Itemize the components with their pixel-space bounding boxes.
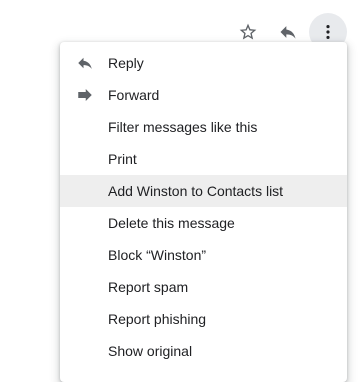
more-options-menu: Reply Forward Filter messages like this … [60, 42, 347, 382]
menu-item-show-original[interactable]: Show original [60, 335, 347, 367]
menu-item-label: Delete this message [108, 215, 235, 231]
more-vert-icon [326, 25, 330, 39]
star-icon [239, 23, 257, 40]
menu-item-report-spam[interactable]: Report spam [60, 271, 347, 303]
menu-item-add-to-contacts[interactable]: Add Winston to Contacts list [60, 175, 347, 207]
menu-item-report-phishing[interactable]: Report phishing [60, 303, 347, 335]
menu-item-label: Forward [108, 87, 160, 103]
menu-item-filter-messages[interactable]: Filter messages like this [60, 111, 347, 143]
forward-icon [76, 86, 94, 104]
menu-item-label: Filter messages like this [108, 119, 258, 135]
menu-item-reply[interactable]: Reply [60, 47, 347, 79]
menu-item-forward[interactable]: Forward [60, 79, 347, 111]
menu-item-label: Report phishing [108, 311, 207, 327]
menu-item-label: Reply [108, 55, 144, 71]
menu-item-label: Print [108, 151, 137, 167]
reply-icon [280, 26, 296, 39]
menu-item-block-sender[interactable]: Block “Winston” [60, 239, 347, 271]
menu-item-print[interactable]: Print [60, 143, 347, 175]
reply-icon [76, 54, 94, 72]
menu-item-label: Report spam [108, 279, 189, 295]
menu-item-label: Add Winston to Contacts list [108, 183, 284, 199]
menu-item-delete-message[interactable]: Delete this message [60, 207, 347, 239]
menu-item-label: Block “Winston” [108, 247, 207, 263]
menu-item-label: Show original [108, 343, 193, 359]
